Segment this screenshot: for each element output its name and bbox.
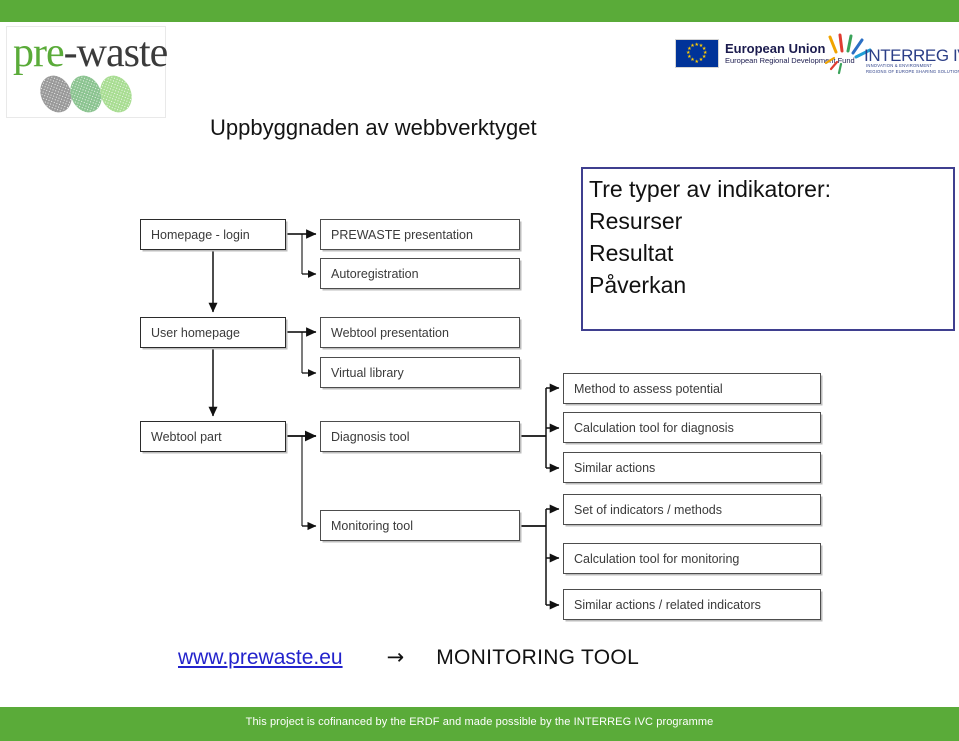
bottom-link-row: www.prewaste.eu → MONITORING TOOL [178, 645, 639, 670]
diagram-node-calculation-tool-diagnosis: Calculation tool for diagnosis [563, 412, 821, 443]
diagram-node-method-assess-potential: Method to assess potential [563, 373, 821, 404]
bottom-green-bar: This project is cofinanced by the ERDF a… [0, 707, 959, 741]
monitoring-tool-label: MONITORING TOOL [436, 646, 640, 669]
diagram-node-webtool-part: Webtool part [140, 421, 286, 452]
diagram-node-user-homepage: User homepage [140, 317, 286, 348]
diagram-node-virtual-library: Virtual library [320, 357, 520, 388]
slide-canvas: pre-waste ★ ★ ★ ★ ★ ★ ★ ★ ★ ★ ★ ★ European Union Eu… [0, 0, 959, 741]
diagram-node-autoregistration: Autoregistration [320, 258, 520, 289]
diagram-node-calculation-tool-monitoring: Calculation tool for monitoring [563, 543, 821, 574]
diagram-node-similar-actions: Similar actions [563, 452, 821, 483]
diagram-node-monitoring-tool: Monitoring tool [320, 510, 520, 541]
diagram-node-prewaste-presentation: PREWASTE presentation [320, 219, 520, 250]
diagram-node-webtool-presentation: Webtool presentation [320, 317, 520, 348]
right-arrow-icon: → [386, 645, 405, 669]
diagram-node-diagnosis-tool: Diagnosis tool [320, 421, 520, 452]
webtool-structure-diagram: Homepage - login PREWASTE presentation Aut… [0, 0, 959, 741]
diagram-node-set-of-indicators-methods: Set of indicators / methods [563, 494, 821, 525]
diagram-node-similar-actions-related: Similar actions / related indicators [563, 589, 821, 620]
prewaste-url-link[interactable]: www.prewaste.eu [178, 646, 343, 670]
footer-text: This project is cofinanced by the ERDF a… [245, 716, 714, 728]
diagram-node-homepage-login: Homepage - login [140, 219, 286, 250]
